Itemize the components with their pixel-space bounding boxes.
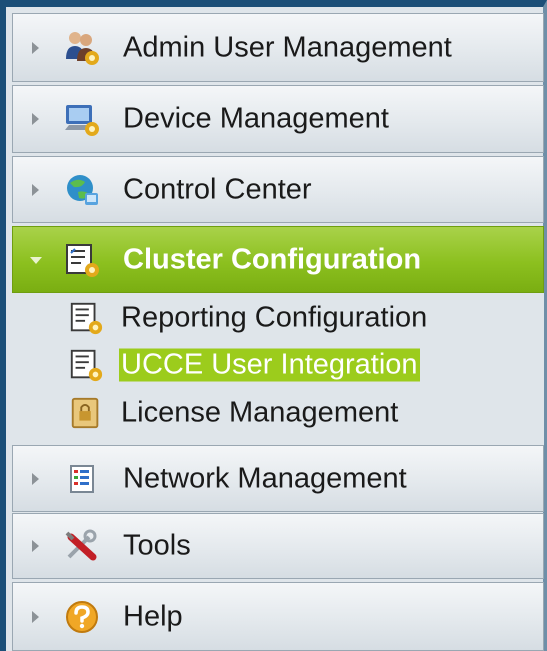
menu-item-admin-user-management[interactable]: Admin User Management bbox=[12, 13, 544, 82]
cluster-configuration-submenu: Reporting Configuration UCCE User Integr… bbox=[12, 293, 544, 445]
collapsed-arrow-icon bbox=[32, 41, 39, 54]
control-center-icon bbox=[63, 171, 101, 209]
menu-item-label: Cluster Configuration bbox=[123, 243, 422, 275]
collapsed-arrow-icon bbox=[32, 610, 39, 623]
ucce-user-integration-icon bbox=[68, 347, 104, 383]
help-icon bbox=[63, 598, 101, 636]
submenu-item-label: UCCE User Integration bbox=[119, 348, 420, 382]
menu-item-control-center[interactable]: Control Center bbox=[12, 156, 544, 223]
network-management-icon bbox=[63, 460, 101, 498]
menu-item-cluster-configuration[interactable]: Cluster Configuration bbox=[12, 226, 544, 293]
menu-item-tools[interactable]: Tools bbox=[12, 513, 544, 579]
device-management-icon bbox=[63, 100, 101, 138]
admin-users-icon bbox=[63, 29, 101, 67]
collapsed-arrow-icon bbox=[32, 183, 39, 196]
menu-item-label: Control Center bbox=[123, 173, 312, 205]
menu-item-label: Help bbox=[123, 600, 183, 632]
cluster-configuration-icon bbox=[63, 241, 101, 279]
menu-item-label: Tools bbox=[123, 529, 191, 562]
expanded-arrow-icon bbox=[30, 256, 42, 264]
reporting-configuration-icon bbox=[68, 300, 104, 336]
menu-item-label: Admin User Management bbox=[123, 31, 452, 63]
submenu-item-label: Reporting Configuration bbox=[121, 301, 428, 334]
collapsed-arrow-icon bbox=[32, 472, 39, 485]
menu-item-label: Device Management bbox=[123, 102, 389, 135]
tools-icon bbox=[63, 527, 101, 565]
menu-item-help[interactable]: Help bbox=[12, 582, 544, 651]
submenu-item-label: License Management bbox=[121, 396, 399, 429]
collapsed-arrow-icon bbox=[32, 540, 39, 552]
menu-item-label: Network Management bbox=[123, 462, 407, 494]
license-management-icon bbox=[68, 395, 104, 431]
menu-item-network-management[interactable]: Network Management bbox=[12, 445, 544, 512]
collapsed-arrow-icon bbox=[32, 113, 39, 125]
menu-item-device-management[interactable]: Device Management bbox=[12, 85, 544, 153]
